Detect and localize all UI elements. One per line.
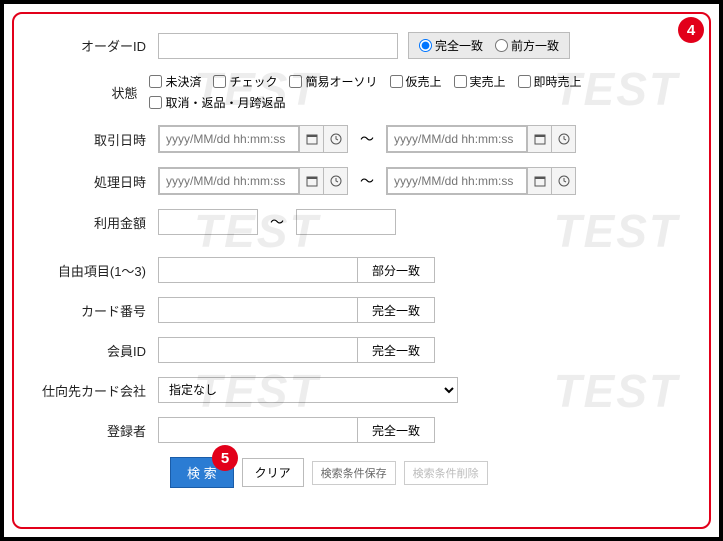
status-checkbox[interactable]: 未決済 bbox=[149, 73, 201, 90]
txn-date-from-input[interactable] bbox=[159, 126, 299, 152]
clock-icon[interactable] bbox=[551, 126, 575, 152]
match-type-label: 部分一致 bbox=[358, 257, 435, 283]
match-type-label: 完全一致 bbox=[358, 417, 435, 443]
status-checkbox-group: 未決済 チェック 簡易オーソリ 仮売上 実売上 即時売上 取消・返品・月跨返品 bbox=[149, 73, 695, 111]
save-conditions-button[interactable]: 検索条件保存 bbox=[312, 461, 396, 485]
date-range-separator: 〜 bbox=[360, 171, 374, 191]
proc-date-to-group bbox=[386, 167, 576, 195]
label-status: 状態 bbox=[28, 83, 149, 102]
label-amount: 利用金額 bbox=[28, 213, 158, 232]
amount-from-input[interactable] bbox=[158, 209, 258, 235]
order-id-input[interactable] bbox=[158, 33, 398, 59]
annotation-badge-5: 5 bbox=[212, 445, 238, 471]
free-items-input[interactable] bbox=[158, 257, 358, 283]
label-card-no: カード番号 bbox=[28, 301, 158, 320]
radio-prefix-match[interactable]: 前方一致 bbox=[495, 37, 559, 54]
amount-to-input[interactable] bbox=[296, 209, 396, 235]
label-order-id: オーダーID bbox=[28, 36, 158, 55]
txn-date-to-group bbox=[386, 125, 576, 153]
status-checkbox[interactable]: 仮売上 bbox=[390, 73, 442, 90]
match-type-label: 完全一致 bbox=[358, 297, 435, 323]
search-form-panel: 4 TEST TEST TEST TEST TEST TEST オーダーID 完… bbox=[12, 12, 711, 529]
status-checkbox[interactable]: 取消・返品・月跨返品 bbox=[149, 94, 285, 111]
label-proc-date: 処理日時 bbox=[28, 172, 158, 191]
date-range-separator: 〜 bbox=[360, 129, 374, 149]
match-type-label: 完全一致 bbox=[358, 337, 435, 363]
txn-date-from-group bbox=[158, 125, 348, 153]
radio-prefix-match-input[interactable] bbox=[495, 39, 508, 52]
clear-button[interactable]: クリア bbox=[242, 458, 304, 487]
calendar-icon[interactable] bbox=[299, 126, 323, 152]
calendar-icon[interactable] bbox=[527, 126, 551, 152]
proc-date-from-input[interactable] bbox=[159, 168, 299, 194]
amount-range-separator: 〜 bbox=[270, 212, 284, 232]
radio-exact-match[interactable]: 完全一致 bbox=[419, 37, 483, 54]
proc-date-to-input[interactable] bbox=[387, 168, 527, 194]
label-member-id: 会員ID bbox=[28, 341, 158, 360]
radio-exact-match-label: 完全一致 bbox=[435, 37, 483, 54]
order-id-match-group: 完全一致 前方一致 bbox=[408, 32, 570, 59]
status-checkbox[interactable]: 即時売上 bbox=[518, 73, 582, 90]
txn-date-to-input[interactable] bbox=[387, 126, 527, 152]
clock-icon[interactable] bbox=[551, 168, 575, 194]
clock-icon[interactable] bbox=[323, 168, 347, 194]
delete-conditions-button[interactable]: 検索条件削除 bbox=[404, 461, 488, 485]
card-no-input[interactable] bbox=[158, 297, 358, 323]
status-checkbox[interactable]: チェック bbox=[213, 73, 277, 90]
calendar-icon[interactable] bbox=[299, 168, 323, 194]
label-dest-card-co: 仕向先カード会社 bbox=[28, 381, 158, 400]
member-id-input[interactable] bbox=[158, 337, 358, 363]
status-checkbox[interactable]: 実売上 bbox=[454, 73, 506, 90]
status-checkbox[interactable]: 簡易オーソリ bbox=[289, 73, 377, 90]
label-free-items: 自由項目(1〜3) bbox=[28, 261, 158, 280]
clock-icon[interactable] bbox=[323, 126, 347, 152]
label-txn-date: 取引日時 bbox=[28, 130, 158, 149]
annotation-badge-4: 4 bbox=[678, 17, 704, 43]
calendar-icon[interactable] bbox=[527, 168, 551, 194]
proc-date-from-group bbox=[158, 167, 348, 195]
registrant-input[interactable] bbox=[158, 417, 358, 443]
dest-card-co-select[interactable]: 指定なし bbox=[158, 377, 458, 403]
radio-prefix-match-label: 前方一致 bbox=[511, 37, 559, 54]
radio-exact-match-input[interactable] bbox=[419, 39, 432, 52]
label-registrant: 登録者 bbox=[28, 421, 158, 440]
